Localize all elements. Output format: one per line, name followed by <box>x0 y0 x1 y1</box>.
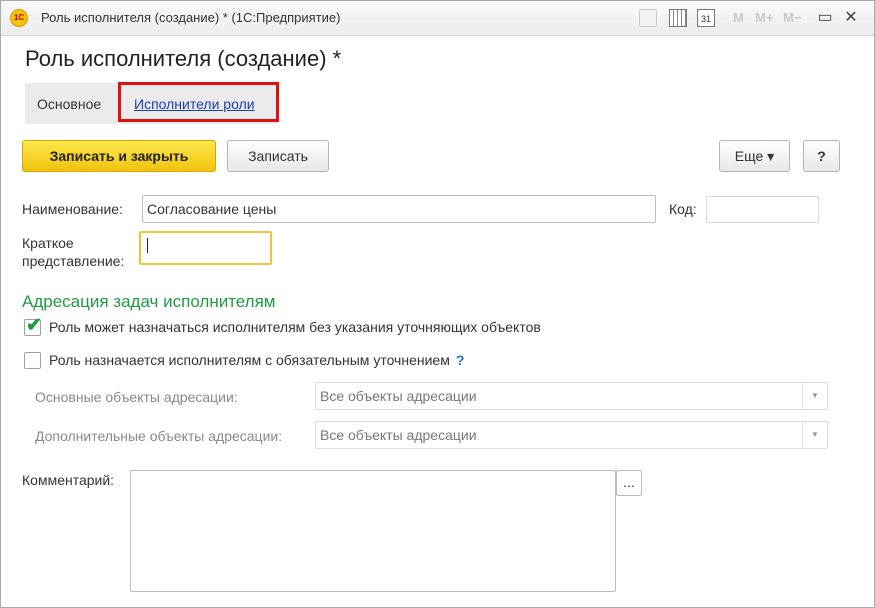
extra-objects-label: Дополнительные объекты адресации: <box>35 428 283 444</box>
mandatory-clarify-row: Роль назначается исполнителям с обязател… <box>49 352 464 368</box>
save-and-close-button[interactable]: Записать и закрыть <box>22 140 216 172</box>
window-title: Роль исполнителя (создание) * (1С:Предпр… <box>41 10 341 25</box>
calculator-icon[interactable] <box>669 9 687 27</box>
text-caret <box>147 238 148 253</box>
memory-minus-button[interactable]: M− <box>783 10 801 25</box>
code-input[interactable] <box>706 196 819 223</box>
memory-m-button[interactable]: M <box>733 10 744 25</box>
close-button[interactable]: ✕ <box>842 9 860 27</box>
code-label: Код: <box>669 201 697 217</box>
help-button[interactable]: ? <box>803 140 840 172</box>
mandatory-clarify-label[interactable]: Роль назначается исполнителям с обязател… <box>49 352 450 368</box>
calendar-icon[interactable]: 31 <box>697 9 715 27</box>
name-label: Наименование: <box>22 201 123 217</box>
title-bar: 1С Роль исполнителя (создание) * (1С:Пре… <box>1 1 874 36</box>
short-representation-input[interactable] <box>139 231 272 265</box>
dropdown-arrow-icon: ▼ <box>802 422 827 448</box>
name-input[interactable]: Согласование цены <box>142 195 656 223</box>
no-clarify-checkbox[interactable]: ✔ <box>24 315 42 336</box>
print-icon[interactable] <box>639 9 657 27</box>
more-button[interactable]: Еще ▾ <box>719 140 790 172</box>
mandatory-clarify-checkbox[interactable] <box>24 352 41 369</box>
main-objects-value: Все объекты адресации <box>320 388 477 404</box>
short-label-line1: Краткое <box>22 235 74 251</box>
main-objects-select: Все объекты адресации ▼ <box>315 382 828 410</box>
highlight-frame <box>118 82 279 122</box>
addressing-section-title: Адресация задач исполнителям <box>22 292 276 311</box>
memory-plus-button[interactable]: M+ <box>755 10 773 25</box>
maximize-button[interactable]: ▭ <box>816 9 834 27</box>
extra-objects-select: Все объекты адресации ▼ <box>315 421 828 449</box>
dropdown-arrow-icon: ▼ <box>802 383 827 409</box>
1c-logo: 1С <box>10 9 28 27</box>
comment-textarea[interactable] <box>130 470 616 592</box>
app-window: 1С Роль исполнителя (создание) * (1С:Пре… <box>0 0 875 608</box>
comment-label: Комментарий: <box>22 472 115 488</box>
comment-expand-button[interactable]: ... <box>616 470 642 496</box>
checkmark-icon: ✔ <box>26 315 42 336</box>
extra-objects-value: Все объекты адресации <box>320 427 477 443</box>
main-objects-label: Основные объекты адресации: <box>35 389 238 405</box>
form-title: Роль исполнителя (создание) * <box>25 46 342 71</box>
tab-main[interactable]: Основное <box>37 96 101 112</box>
no-clarify-label[interactable]: Роль может назначаться исполнителям без … <box>49 319 541 335</box>
short-label-line2: представление: <box>22 253 125 269</box>
save-button[interactable]: Записать <box>227 140 329 172</box>
help-question-icon[interactable]: ? <box>456 352 465 368</box>
